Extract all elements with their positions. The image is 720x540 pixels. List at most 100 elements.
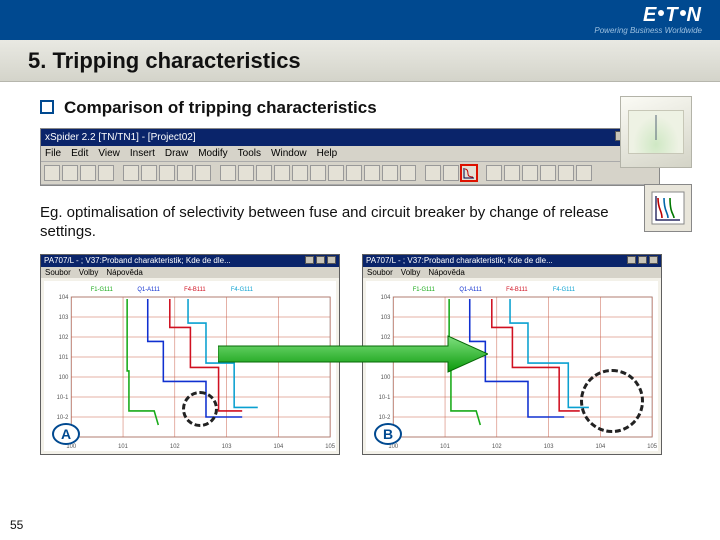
svg-text:F4-B111: F4-B111 [506, 286, 527, 292]
svg-text:102: 102 [492, 443, 502, 449]
svg-text:103: 103 [59, 314, 69, 320]
toolbar-icon[interactable] [443, 165, 459, 181]
svg-text:104: 104 [596, 443, 606, 449]
chart-menu-item[interactable]: Soubor [367, 268, 393, 277]
svg-text:101: 101 [59, 354, 69, 360]
chart-caption: PA707/L - ; V37:Proband charakteristik; … [366, 256, 553, 266]
app-window-screenshot: xSpider 2.2 [TN/TN1] - [Project02] File … [40, 128, 660, 186]
app-titlebar: xSpider 2.2 [TN/TN1] - [Project02] [41, 129, 659, 146]
svg-text:Q1-A111: Q1-A111 [459, 286, 481, 292]
toolbar-icon[interactable] [44, 165, 60, 181]
toolbar-icon[interactable] [328, 165, 344, 181]
bullet-marker-icon [40, 100, 54, 114]
chart-menu-item[interactable]: Volby [401, 268, 421, 277]
toolbar-icon[interactable] [238, 165, 254, 181]
charts-row: PA707/L - ; V37:Proband charakteristik; … [40, 254, 692, 455]
bullet-text: Comparison of tripping characteristics [64, 98, 377, 118]
svg-text:10-2: 10-2 [57, 414, 69, 420]
page-number: 55 [10, 518, 23, 532]
chart-menu-item[interactable]: Soubor [45, 268, 71, 277]
chart-plot-b: 10010110210310410510-310-210-11001011021… [366, 281, 658, 451]
svg-text:104: 104 [381, 294, 391, 300]
toolbar-icon[interactable] [256, 165, 272, 181]
toolbar-icon[interactable] [486, 165, 502, 181]
chart-menu-item[interactable]: Volby [79, 268, 99, 277]
toolbar-icon[interactable] [123, 165, 139, 181]
toolbar-icon[interactable] [400, 165, 416, 181]
svg-text:F4-G111: F4-G111 [553, 286, 575, 292]
curves-tool-icon[interactable] [644, 184, 692, 232]
example-text: Eg. optimalisation of selectivity betwee… [40, 204, 635, 242]
toolbar-icon[interactable] [540, 165, 556, 181]
svg-text:10-2: 10-2 [379, 414, 391, 420]
menu-item[interactable]: File [45, 148, 61, 159]
chart-badge-b: B [374, 423, 402, 445]
svg-text:101: 101 [118, 443, 128, 449]
svg-text:100: 100 [59, 374, 69, 380]
svg-text:10-1: 10-1 [57, 394, 69, 400]
svg-text:101: 101 [440, 443, 450, 449]
svg-text:105: 105 [647, 443, 657, 449]
toolbar-icon[interactable] [425, 165, 441, 181]
toolbar-icon[interactable] [576, 165, 592, 181]
chart-plot-a: 10010110210310410510-310-210-11001011021… [44, 281, 336, 451]
toolbar-icon[interactable] [292, 165, 308, 181]
svg-text:104: 104 [274, 443, 284, 449]
title-bar: 5. Tripping characteristics [0, 40, 720, 82]
toolbar-icon[interactable] [80, 165, 96, 181]
annotation-circle-a [182, 391, 218, 427]
menu-item[interactable]: Window [271, 148, 307, 159]
toolbar-icon[interactable] [177, 165, 193, 181]
menu-item[interactable]: Insert [130, 148, 155, 159]
svg-text:103: 103 [222, 443, 232, 449]
corner-thumbnail [620, 96, 692, 168]
svg-text:102: 102 [381, 334, 391, 340]
toolbar-icon[interactable] [504, 165, 520, 181]
toolbar-icon[interactable] [522, 165, 538, 181]
chart-window-a: PA707/L - ; V37:Proband charakteristik; … [40, 254, 340, 455]
brand-tagline: Powering Business Worldwide [594, 26, 702, 35]
toolbar-icon[interactable] [62, 165, 78, 181]
toolbar-separator [418, 165, 423, 181]
svg-text:F4-B111: F4-B111 [184, 286, 205, 292]
toolbar-icon[interactable] [274, 165, 290, 181]
header-bar: ETN Powering Business Worldwide [0, 0, 720, 40]
menu-item[interactable]: View [98, 148, 120, 159]
toolbar-icon[interactable] [159, 165, 175, 181]
annotation-circle-b [580, 369, 644, 433]
toolbar-separator [116, 165, 121, 181]
app-toolbar [41, 162, 659, 185]
toolbar-icon[interactable] [141, 165, 157, 181]
app-menu-bar: File Edit View Insert Draw Modify Tools … [41, 146, 659, 162]
menu-item[interactable]: Edit [71, 148, 88, 159]
bullet-row: Comparison of tripping characteristics [40, 98, 692, 118]
chart-window-b: PA707/L - ; V37:Proband charakteristik; … [362, 254, 662, 455]
toolbar-icon[interactable] [382, 165, 398, 181]
svg-text:103: 103 [381, 314, 391, 320]
toolbar-icon[interactable] [195, 165, 211, 181]
chart-menu-item[interactable]: Nápověda [428, 268, 464, 277]
tripping-characteristics-icon[interactable] [461, 165, 477, 181]
chart-caption: PA707/L - ; V37:Proband charakteristik; … [44, 256, 231, 266]
toolbar-separator [213, 165, 218, 181]
app-caption: xSpider 2.2 [TN/TN1] - [Project02] [45, 132, 196, 143]
svg-text:105: 105 [325, 443, 335, 449]
svg-text:102: 102 [170, 443, 180, 449]
toolbar-separator [479, 165, 484, 181]
svg-text:100: 100 [381, 374, 391, 380]
toolbar-icon[interactable] [346, 165, 362, 181]
slide: ETN Powering Business Worldwide 5. Tripp… [0, 0, 720, 540]
svg-text:101: 101 [381, 354, 391, 360]
toolbar-icon[interactable] [98, 165, 114, 181]
chart-menu-item[interactable]: Nápověda [106, 268, 142, 277]
slide-title: 5. Tripping characteristics [28, 48, 301, 74]
toolbar-icon[interactable] [220, 165, 236, 181]
toolbar-icon[interactable] [558, 165, 574, 181]
svg-text:F1-G111: F1-G111 [91, 286, 113, 292]
menu-item[interactable]: Tools [238, 148, 261, 159]
menu-item[interactable]: Help [317, 148, 338, 159]
menu-item[interactable]: Modify [198, 148, 227, 159]
toolbar-icon[interactable] [364, 165, 380, 181]
toolbar-icon[interactable] [310, 165, 326, 181]
menu-item[interactable]: Draw [165, 148, 188, 159]
